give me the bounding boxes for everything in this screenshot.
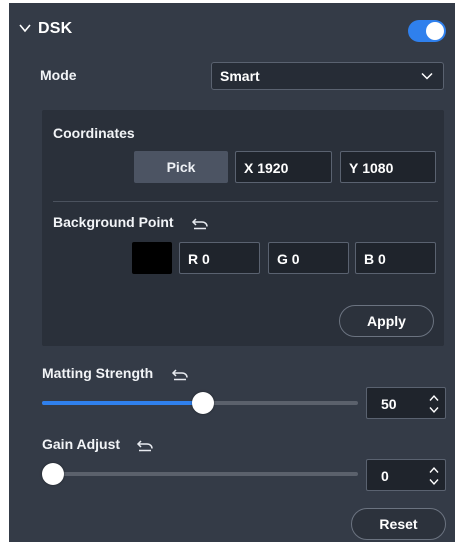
g-channel-field[interactable]: G 0 (268, 242, 349, 274)
pick-button[interactable]: Pick (134, 151, 228, 183)
y-coordinate-field[interactable]: Y 1080 (340, 151, 436, 183)
b-label: B (364, 251, 375, 267)
gain-adjust-stepper[interactable]: 0 (366, 459, 446, 491)
apply-button[interactable]: Apply (339, 305, 434, 337)
reset-button[interactable]: Reset (351, 508, 446, 540)
toggle-knob (426, 22, 444, 40)
matting-strength-value: 50 (381, 396, 397, 412)
decrement-icon[interactable] (429, 478, 439, 486)
mode-value: Smart (220, 68, 260, 84)
y-value: 1080 (362, 160, 394, 176)
gain-adjust-slider-thumb[interactable] (42, 463, 64, 485)
decrement-icon[interactable] (429, 406, 439, 414)
g-value: 0 (291, 251, 300, 267)
background-point-label: Background Point (53, 214, 174, 230)
b-value: 0 (378, 251, 386, 267)
increment-icon[interactable] (429, 466, 439, 474)
increment-icon[interactable] (429, 394, 439, 402)
dsk-enable-toggle[interactable] (408, 20, 446, 42)
gain-adjust-value: 0 (381, 468, 389, 484)
reset-gain-adjust-icon[interactable] (136, 438, 154, 452)
matting-strength-slider-thumb[interactable] (192, 392, 215, 414)
r-label: R (188, 251, 199, 267)
divider (53, 201, 438, 202)
x-value: 1920 (257, 160, 289, 176)
gain-adjust-slider-track[interactable] (42, 472, 358, 476)
y-label: Y (349, 160, 359, 176)
mode-label: Mode (40, 67, 77, 83)
r-value: 0 (202, 251, 210, 267)
matting-strength-stepper[interactable]: 50 (366, 387, 446, 419)
background-color-swatch[interactable] (132, 242, 172, 274)
x-label: X (244, 160, 254, 176)
coordinates-label: Coordinates (53, 125, 135, 141)
x-coordinate-field[interactable]: X 1920 (235, 151, 332, 183)
section-title: DSK (38, 20, 73, 37)
mode-select[interactable]: Smart (211, 62, 444, 90)
gain-adjust-label: Gain Adjust (42, 436, 121, 452)
matting-strength-label: Matting Strength (42, 365, 154, 381)
dsk-panel: DSK Mode Smart Coordinates Pick X 1920 Y… (9, 3, 455, 542)
reset-matting-strength-icon[interactable] (171, 367, 189, 381)
reset-background-point-icon[interactable] (191, 216, 209, 230)
r-channel-field[interactable]: R 0 (179, 242, 260, 274)
collapse-chevron-icon[interactable] (18, 21, 32, 35)
chevron-down-icon (421, 72, 433, 80)
g-label: G (277, 251, 288, 267)
matting-strength-slider-fill (42, 401, 204, 405)
b-channel-field[interactable]: B 0 (355, 242, 436, 274)
